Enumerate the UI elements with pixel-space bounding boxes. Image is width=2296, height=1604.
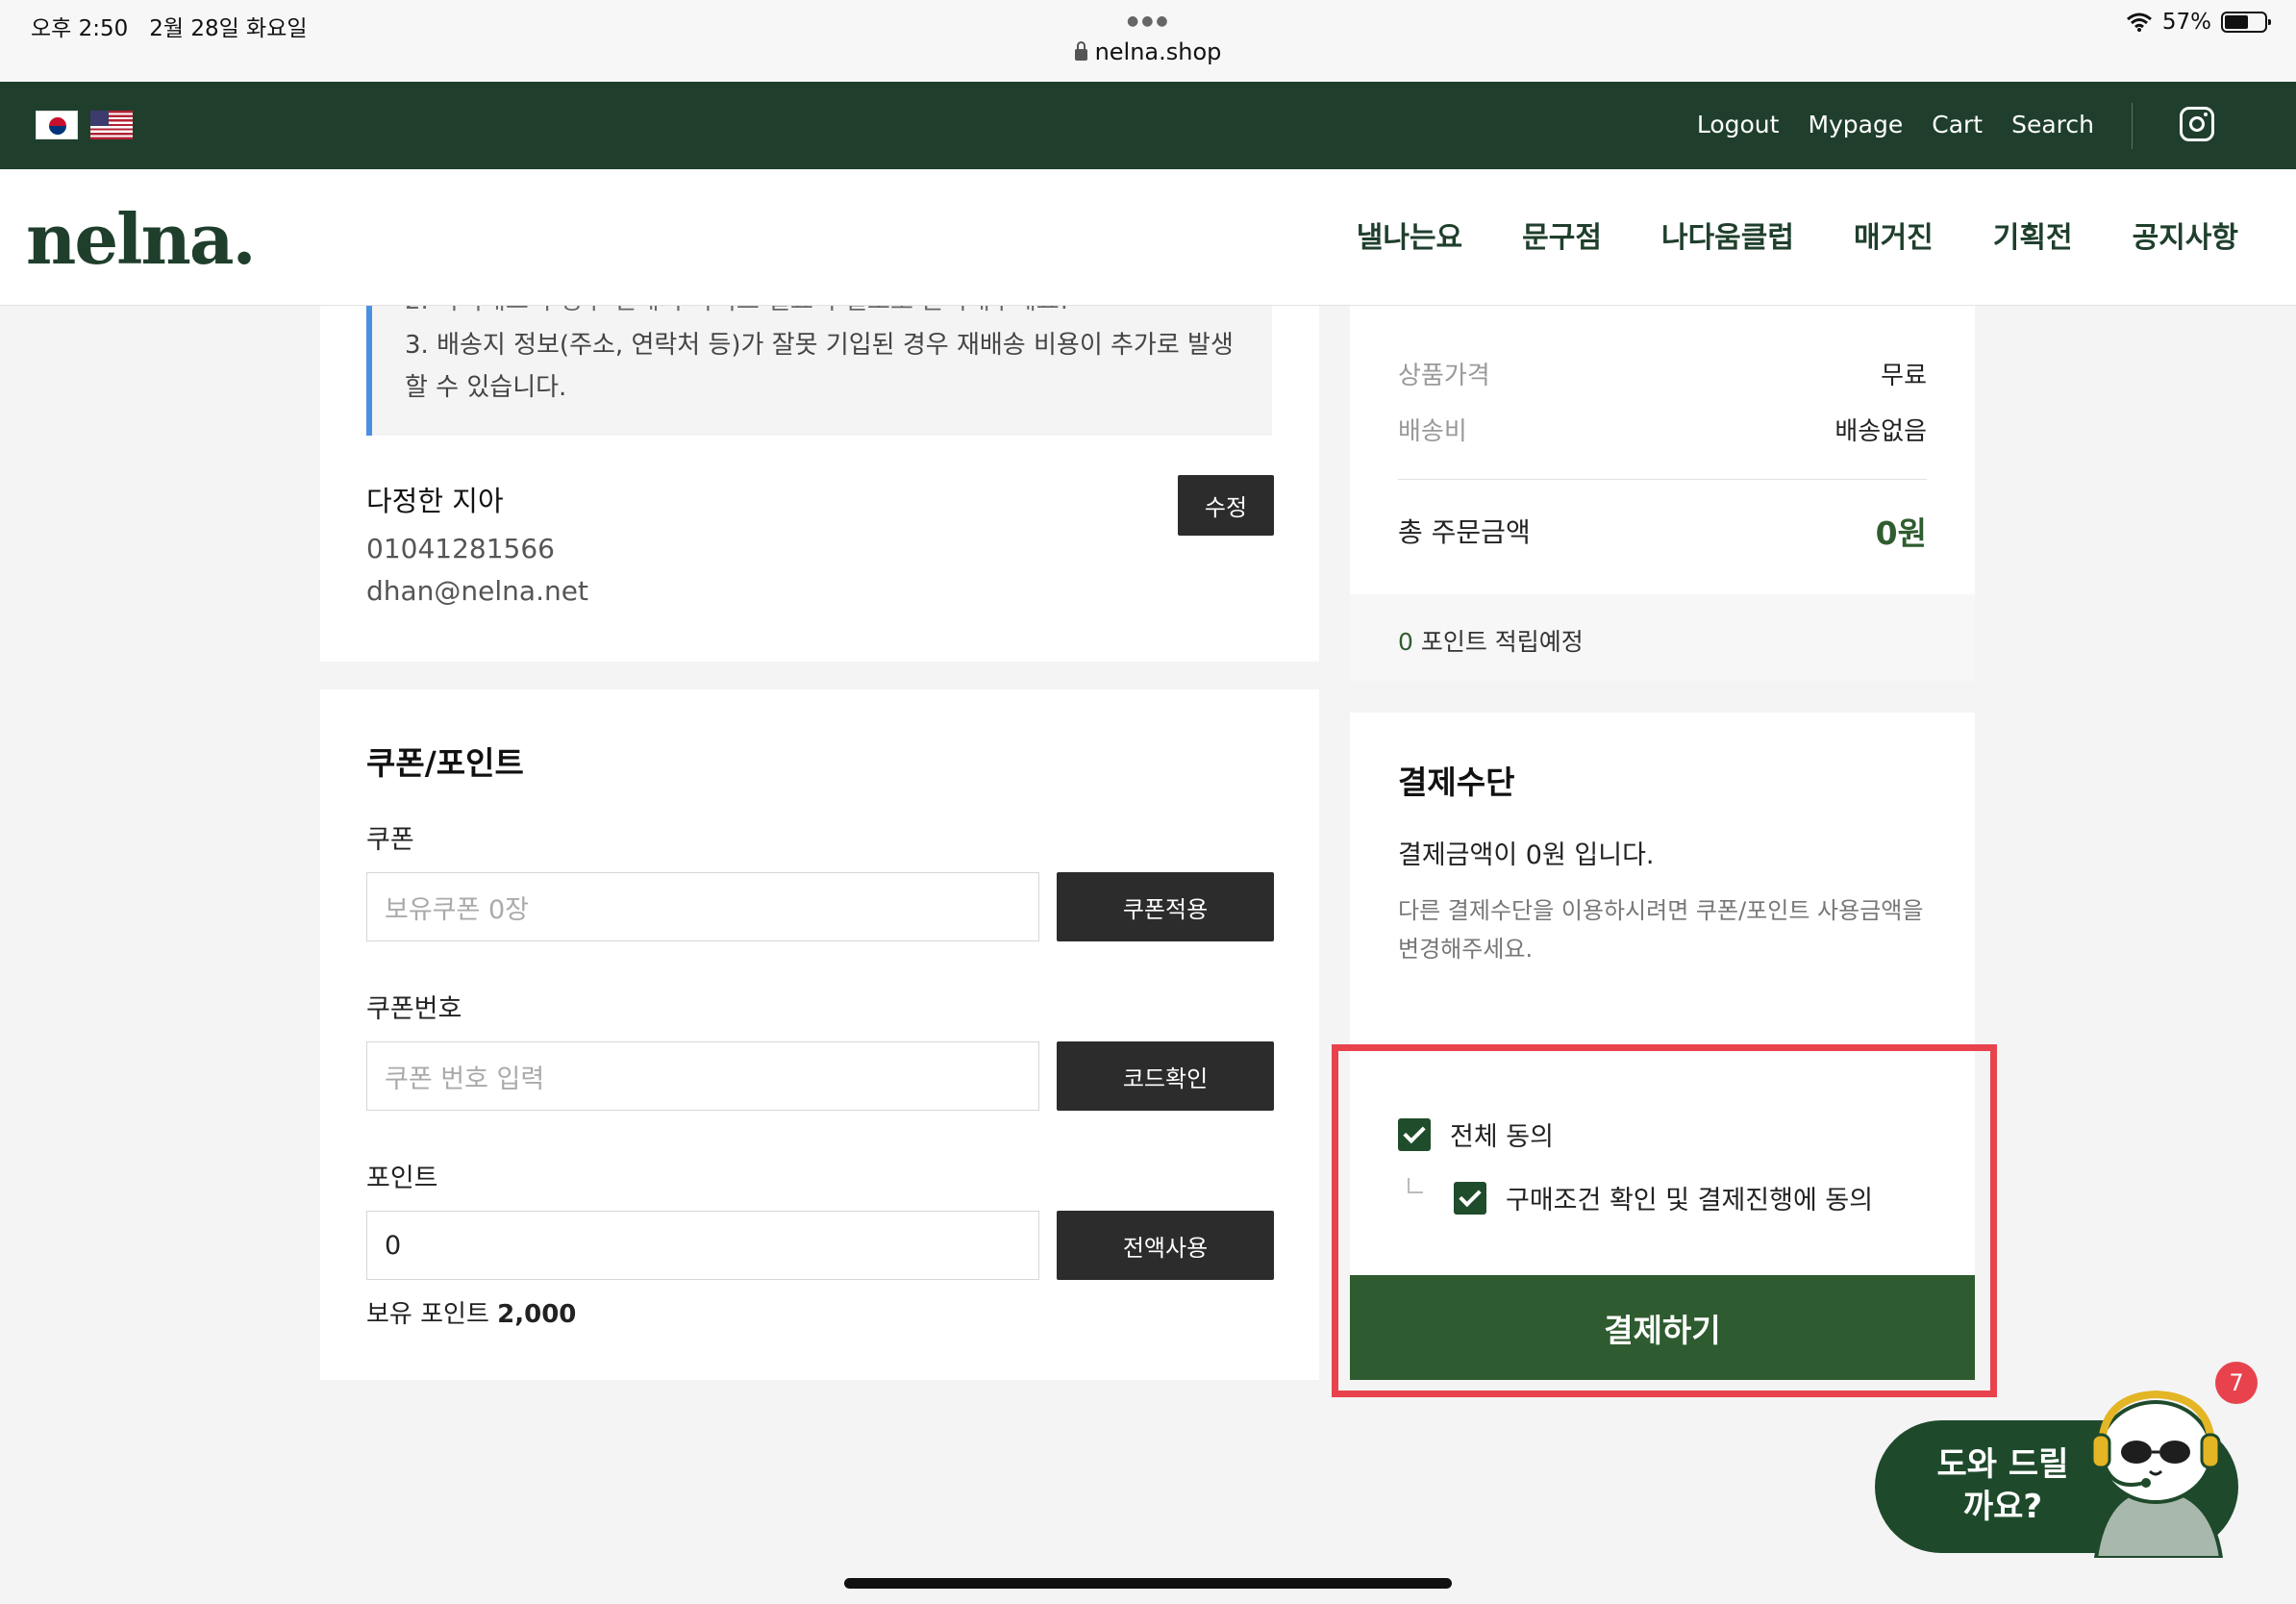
point-value: 0 — [385, 1230, 402, 1261]
site-logo[interactable]: nelna. — [26, 198, 257, 280]
nav-about[interactable]: 낼나는요 — [1357, 213, 1462, 256]
coupon-select[interactable]: 보유쿠폰 0장 — [366, 872, 1039, 941]
nav-club[interactable]: 나다움클럽 — [1661, 213, 1794, 256]
us-flag-icon[interactable] — [90, 111, 133, 139]
coupon-code-placeholder: 쿠폰 번호 입력 — [385, 1064, 545, 1094]
points-band: 0 포인트 적립예정 — [1350, 594, 1975, 681]
earn-points-text: 0 포인트 적립예정 — [1398, 628, 1584, 656]
logout-link[interactable]: Logout — [1697, 111, 1780, 138]
status-indicators: 57% — [2126, 10, 2271, 35]
lock-icon — [1074, 41, 1087, 61]
orderer-phone: 01041281566 — [366, 533, 555, 564]
use-all-points-button[interactable]: 전액사용 — [1057, 1211, 1274, 1280]
ios-status-bar: 오후 2:50 2월 28일 화요일 ●●● nelna.shop 57% — [0, 0, 2296, 82]
apply-coupon-button[interactable]: 쿠폰적용 — [1057, 872, 1274, 941]
url-bar[interactable]: nelna.shop — [0, 38, 2296, 65]
korean-flag-icon[interactable] — [36, 111, 78, 139]
section-title: 쿠폰/포인트 — [366, 744, 524, 782]
coupon-point-card: 쿠폰/포인트 쿠폰 보유쿠폰 0장 쿠폰적용 쿠폰번호 쿠폰 번호 입력 코드확… — [320, 689, 1319, 1380]
more-dots-icon[interactable]: ●●● — [1127, 13, 1171, 29]
payment-note: 다른 결제수단을 이용하시려면 쿠폰/포인트 사용금액을 변경해주세요. — [1398, 897, 1924, 963]
payment-amount-text: 결제금액이 0원 입니다. — [1398, 840, 1655, 870]
mypage-link[interactable]: Mypage — [1808, 111, 1903, 138]
battery-percent: 57% — [2161, 10, 2211, 35]
notice-line: 3. 배송지 정보(주소, 연락처 등)가 잘못 기입된 경우 재배송 비용이 … — [405, 331, 1234, 360]
chat-text: 도와 드릴까요? — [1936, 1445, 2069, 1526]
held-points: 보유 포인트 2,000 — [366, 1300, 577, 1329]
cart-link[interactable]: Cart — [1932, 111, 1983, 138]
battery-icon — [2221, 12, 2271, 33]
coupon-placeholder: 보유쿠폰 0장 — [385, 894, 529, 925]
utility-nav: Logout Mypage Cart Search — [1697, 111, 2094, 138]
notice-line: 할 수 있습니다. — [405, 373, 567, 402]
orderer-email: dhan@nelna.net — [366, 575, 588, 607]
orderer-card: 2. 아이패드의 경우 인쇄처 사이즈 필요시 별도로 문의해주세요! 3. 배… — [320, 287, 1319, 662]
nav-notice[interactable]: 공지사항 — [2133, 213, 2238, 256]
point-label: 포인트 — [366, 1164, 438, 1193]
divider — [2132, 103, 2133, 149]
coupon-code-input[interactable]: 쿠폰 번호 입력 — [366, 1041, 1039, 1111]
nav-stationery[interactable]: 문구점 — [1522, 213, 1602, 256]
nav-magazine[interactable]: 매거진 — [1854, 213, 1934, 256]
nav-exhibition[interactable]: 기획전 — [1993, 213, 2073, 256]
divider — [1398, 479, 1927, 480]
edit-button[interactable]: 수정 — [1178, 475, 1274, 536]
price-row: 상품가격 무료 — [1398, 362, 1927, 390]
coupon-code-label: 쿠폰번호 — [366, 994, 462, 1024]
wifi-icon — [2126, 13, 2152, 32]
notification-badge: 7 — [2215, 1362, 2258, 1404]
coupon-label: 쿠폰 — [366, 825, 414, 855]
check-code-button[interactable]: 코드확인 — [1057, 1041, 1274, 1111]
section-title: 결제수단 — [1398, 764, 1515, 801]
mascot-icon[interactable] — [2067, 1375, 2240, 1558]
search-link[interactable]: Search — [2011, 111, 2094, 138]
orderer-name: 다정한 지아 — [366, 485, 504, 517]
point-input[interactable]: 0 — [366, 1211, 1039, 1280]
home-indicator[interactable] — [844, 1578, 1452, 1589]
shipping-notice: 2. 아이패드의 경우 인쇄처 사이즈 필요시 별도로 문의해주세요! 3. 배… — [366, 287, 1272, 436]
instagram-icon[interactable] — [2180, 107, 2214, 141]
order-summary-card: 상품가격 무료 배송비 배송없음 총 주문금액 0원 0 포인트 적립예정 — [1350, 288, 1975, 681]
top-utility-bar: Logout Mypage Cart Search — [0, 82, 2296, 169]
shipping-row: 배송비 배송없음 — [1398, 417, 1927, 446]
main-header: nelna. 낼나는요 문구점 나다움클럽 매거진 기획전 공지사항 — [0, 169, 2296, 306]
status-time: 오후 2:50 2월 28일 화요일 — [31, 16, 308, 41]
total-row: 총 주문금액 0원 — [1398, 514, 1927, 552]
highlight-box — [1332, 1044, 1997, 1397]
main-nav: 낼나는요 문구점 나다움클럽 매거진 기획전 공지사항 — [1357, 213, 2238, 256]
